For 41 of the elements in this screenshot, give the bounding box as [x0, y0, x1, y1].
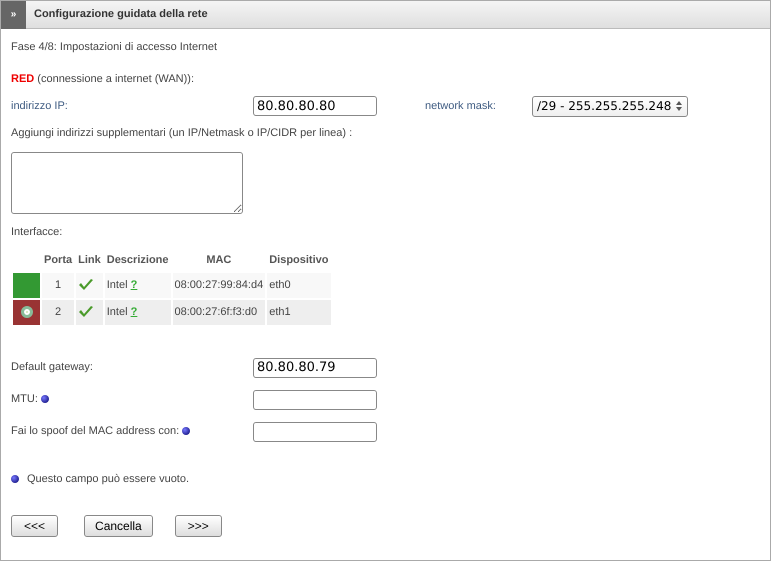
column-header: Descrizione: [106, 253, 170, 268]
note-text: Questo campo può essere vuoto.: [27, 472, 190, 484]
text-field[interactable]: 80.80.80.79: [253, 358, 377, 378]
table-cell: Intel ?: [104, 272, 170, 298]
field-label: Default gateway:: [11, 360, 94, 376]
spinner-icon: [675, 100, 683, 112]
optional-dot: [182, 427, 190, 436]
text-field[interactable]: [253, 390, 377, 410]
table-cell: Intel ?: [104, 300, 170, 324]
column-header: Link: [77, 253, 102, 268]
table-cell: eth1: [267, 300, 330, 324]
table-cell: 1: [42, 272, 74, 298]
text-field[interactable]: [253, 422, 377, 442]
section-label: Interfacce:: [11, 224, 64, 240]
zone-heading: RED (connessione a internet (WAN)):: [11, 72, 195, 86]
column-header: Porta: [43, 253, 74, 268]
radio-icon: [20, 306, 32, 318]
toggle-button[interactable]: »: [1, 0, 26, 28]
table-cell: 08:00:27:6f:f3:d0: [172, 300, 266, 324]
field-label: Aggiungi indirizzi supplementari (un IP/Netmask o IP/CIDR per linea) :: [11, 126, 354, 141]
address-textarea[interactable]: [11, 152, 243, 214]
column-header: MAC: [205, 253, 232, 268]
field-label: indirizzo IP:: [11, 98, 69, 114]
field-label: Fai lo spoof del MAC address con:: [11, 423, 253, 440]
optional-dot: [40, 395, 49, 404]
step-title: Fase 4/8: Impostazioni di accesso Internet: [11, 40, 218, 55]
field-label: MTU:: [11, 391, 253, 408]
table-cell: eth0: [267, 272, 330, 298]
zone-swatch[interactable]: [13, 272, 40, 298]
wizard-button[interactable]: >>>: [174, 515, 222, 537]
netmask-select[interactable]: /29 - 255.255.255.248: [532, 96, 688, 116]
wizard-button[interactable]: Cancella: [84, 515, 153, 537]
field-label: network mask:: [425, 98, 497, 114]
wizard-button[interactable]: <<<: [11, 515, 58, 537]
table-cell: 2: [42, 300, 74, 324]
ip-field[interactable]: 80.80.80.80: [253, 96, 377, 116]
table-cell: 08:00:27:99:84:d4: [172, 272, 266, 298]
zone-swatch[interactable]: [13, 300, 40, 324]
optional-dot: [11, 474, 19, 483]
panel-title: Configurazione guidata della rete: [34, 7, 208, 22]
column-header: Dispositivo: [268, 253, 330, 268]
